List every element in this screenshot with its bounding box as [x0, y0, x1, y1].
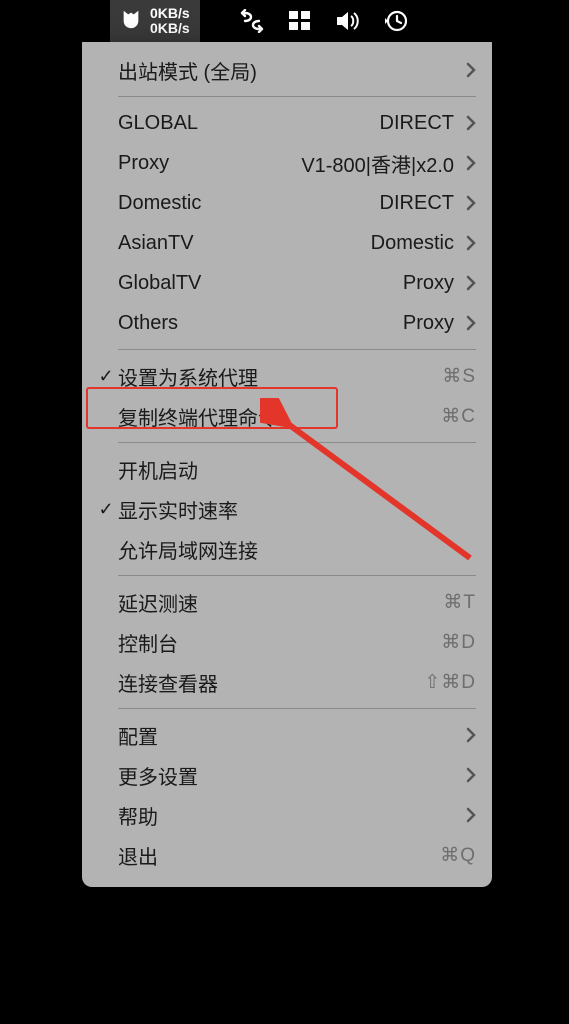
menu-shortcut: ⌘D: [432, 631, 476, 654]
menu-value: Proxy: [403, 312, 458, 335]
menu-label: 允许局域网连接: [118, 535, 476, 564]
menu-shortcut: ⇧⌘D: [424, 671, 476, 694]
network-speed: 0KB/s 0KB/s: [150, 6, 190, 36]
chevron-right-icon: [458, 232, 476, 255]
menu-separator: [118, 575, 476, 576]
menu-value: V1-800|香港|x2.0: [301, 149, 458, 178]
menu-shortcut: ⌘Q: [432, 844, 476, 867]
menu-shortcut: ⌘C: [432, 405, 476, 428]
menu-label: AsianTV: [118, 232, 371, 255]
menu-set-system-proxy[interactable]: ✓ 设置为系统代理 ⌘S: [82, 356, 492, 396]
chevron-right-icon: [458, 59, 476, 82]
menu-dashboard[interactable]: 控制台 ⌘D: [82, 622, 492, 662]
chevron-right-icon: [458, 192, 476, 215]
chevron-right-icon: [458, 312, 476, 335]
menu-conn-viewer[interactable]: 连接查看器 ⇧⌘D: [82, 662, 492, 702]
chevron-right-icon: [458, 272, 476, 295]
menu-label: 出站模式 (全局): [118, 56, 458, 85]
menu-rule-domestic[interactable]: Domestic DIRECT: [82, 183, 492, 223]
menu-label: 帮助: [118, 801, 458, 830]
menu-launch-at-login[interactable]: 开机启动: [82, 449, 492, 489]
menu-value: DIRECT: [380, 112, 458, 135]
menu-value: Proxy: [403, 272, 458, 295]
chevron-right-icon: [458, 112, 476, 135]
chevron-right-icon: [458, 764, 476, 787]
menu-allow-lan[interactable]: 允许局域网连接: [82, 529, 492, 569]
menu-value: DIRECT: [380, 192, 458, 215]
menu-separator: [118, 708, 476, 709]
menu-label: GlobalTV: [118, 272, 403, 295]
menu-label: Domestic: [118, 192, 380, 215]
menubar-app-item[interactable]: 0KB/s 0KB/s: [110, 0, 200, 42]
chevron-right-icon: [458, 804, 476, 827]
chevron-right-icon: [458, 724, 476, 747]
menu-quit[interactable]: 退出 ⌘Q: [82, 835, 492, 875]
menu-label: 退出: [118, 841, 432, 870]
menubar-windows-icon[interactable]: [276, 0, 324, 42]
app-dropdown-menu: 出站模式 (全局) GLOBAL DIRECT Proxy V1-800|香港|…: [82, 42, 492, 887]
checkmark-icon: ✓: [94, 366, 118, 387]
menu-rule-asiantv[interactable]: AsianTV Domestic: [82, 223, 492, 263]
menu-copy-terminal-cmd[interactable]: 复制终端代理命令 ⌘C: [82, 396, 492, 436]
menu-label: 更多设置: [118, 761, 458, 790]
menu-latency-test[interactable]: 延迟测速 ⌘T: [82, 582, 492, 622]
menubar-timemachine-icon[interactable]: [372, 0, 420, 42]
menu-label: 控制台: [118, 628, 432, 657]
menu-label: 开机启动: [118, 455, 476, 484]
checkmark-icon: ✓: [94, 499, 118, 520]
menu-label: 配置: [118, 721, 458, 750]
menu-label: Others: [118, 312, 403, 335]
menubar-stats-icon[interactable]: [228, 0, 276, 42]
macos-menubar: 0KB/s 0KB/s: [0, 0, 569, 42]
menu-show-realtime-rate[interactable]: ✓ 显示实时速率: [82, 489, 492, 529]
menu-rule-global[interactable]: GLOBAL DIRECT: [82, 103, 492, 143]
menu-label: 延迟测速: [118, 588, 432, 617]
menu-shortcut: ⌘S: [432, 365, 476, 388]
menu-label: 设置为系统代理: [118, 362, 432, 391]
menu-config[interactable]: 配置: [82, 715, 492, 755]
cat-icon: [120, 8, 142, 35]
menubar-volume-icon[interactable]: [324, 0, 372, 42]
chevron-right-icon: [458, 152, 476, 175]
menu-label: 显示实时速率: [118, 495, 476, 524]
menu-separator: [118, 96, 476, 97]
speed-down: 0KB/s: [150, 21, 190, 36]
menu-separator: [118, 442, 476, 443]
menu-value: Domestic: [371, 232, 458, 255]
menu-rule-globaltv[interactable]: GlobalTV Proxy: [82, 263, 492, 303]
menu-rule-proxy[interactable]: Proxy V1-800|香港|x2.0: [82, 143, 492, 183]
menu-help[interactable]: 帮助: [82, 795, 492, 835]
speed-up: 0KB/s: [150, 6, 190, 21]
menu-outbound-mode[interactable]: 出站模式 (全局): [82, 50, 492, 90]
menu-shortcut: ⌘T: [432, 591, 476, 614]
menu-label: Proxy: [118, 152, 301, 175]
menu-separator: [118, 349, 476, 350]
menu-label: GLOBAL: [118, 112, 380, 135]
menu-label: 复制终端代理命令: [118, 402, 432, 431]
menu-label: 连接查看器: [118, 668, 424, 697]
menu-more-settings[interactable]: 更多设置: [82, 755, 492, 795]
menu-rule-others[interactable]: Others Proxy: [82, 303, 492, 343]
